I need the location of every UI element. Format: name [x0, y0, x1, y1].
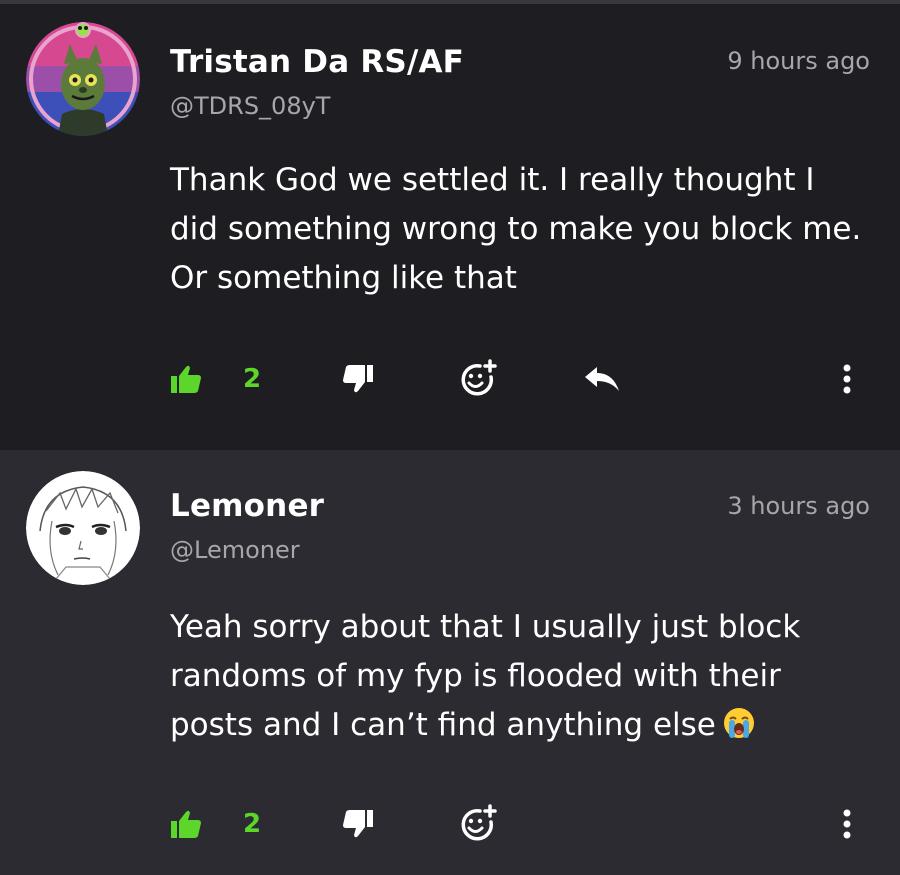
more-options-button[interactable] — [842, 356, 852, 402]
user-handle[interactable]: @TDRS_08yT — [170, 92, 330, 120]
thumbs-down-icon — [343, 810, 373, 838]
add-reaction-icon — [461, 359, 497, 396]
add-reaction-button[interactable] — [458, 801, 498, 847]
more-vertical-icon — [843, 364, 851, 394]
thumbs-down-icon — [343, 365, 373, 393]
username[interactable]: Tristan Da RS/AF — [170, 44, 464, 80]
avatar[interactable] — [26, 471, 140, 585]
comment-text-content: Yeah sorry about that I usually just blo… — [170, 609, 801, 743]
loudly-crying-face-icon — [723, 708, 754, 738]
like-button[interactable] — [170, 801, 202, 847]
comment-text: Yeah sorry about that I usually just blo… — [170, 603, 870, 750]
more-options-button[interactable] — [842, 801, 852, 847]
comment-actions: 2 — [0, 356, 900, 402]
dislike-button[interactable] — [342, 356, 374, 402]
avatar-image — [26, 471, 140, 585]
dislike-button[interactable] — [342, 801, 374, 847]
user-handle[interactable]: @Lemoner — [170, 536, 300, 564]
like-button[interactable] — [170, 356, 202, 402]
add-reaction-icon — [461, 804, 497, 841]
avatar-image — [26, 22, 140, 136]
timestamp: 9 hours ago — [727, 47, 870, 75]
comment-text: Thank God we settled it. I really though… — [170, 162, 862, 296]
add-reaction-button[interactable] — [458, 356, 498, 402]
like-count: 2 — [243, 809, 262, 839]
username[interactable]: Lemoner — [170, 488, 324, 524]
timestamp: 3 hours ago — [727, 492, 870, 520]
reply-arrow-icon — [585, 367, 619, 391]
comment-card: Tristan Da RS/AF @TDRS_08yT 9 hours ago … — [0, 4, 900, 450]
thumbs-up-icon — [171, 810, 201, 838]
like-count: 2 — [243, 364, 262, 394]
reply-button[interactable] — [583, 356, 621, 402]
avatar[interactable] — [26, 22, 140, 136]
thumbs-up-icon — [171, 365, 201, 393]
comment-actions: 2 — [0, 801, 900, 847]
more-vertical-icon — [843, 809, 851, 839]
comment-card: Lemoner @Lemoner 3 hours ago Yeah sorry … — [0, 450, 900, 875]
